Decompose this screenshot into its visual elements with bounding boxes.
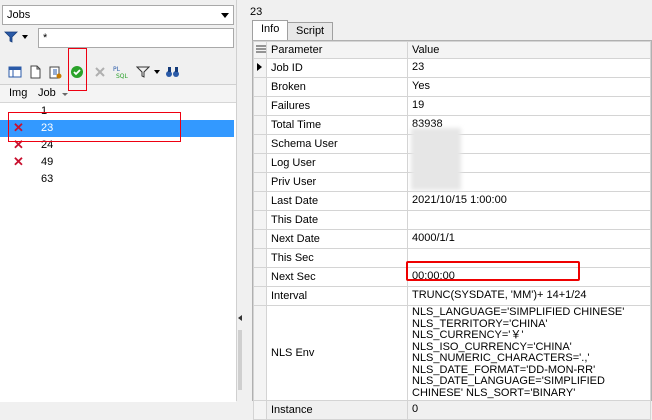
- property-value[interactable]: 4000/1/1: [407, 229, 651, 249]
- filter-row: *: [2, 28, 234, 50]
- property-name: Instance: [266, 400, 408, 420]
- property-name: Total Time: [266, 115, 408, 135]
- row-indicator[interactable]: [253, 96, 267, 116]
- row-indicator[interactable]: [253, 267, 267, 287]
- property-row[interactable]: This Date: [253, 210, 651, 230]
- property-name: Job ID: [266, 58, 408, 78]
- row-indicator[interactable]: [253, 115, 267, 135]
- property-name: Priv User: [266, 172, 408, 192]
- row-indicator[interactable]: [253, 191, 267, 211]
- filter-menu-arrow-icon[interactable]: [154, 70, 160, 74]
- row-indicator[interactable]: [253, 229, 267, 249]
- column-header-parameter[interactable]: Parameter: [266, 41, 408, 59]
- property-name: Interval: [266, 286, 408, 306]
- current-row-arrow-icon: [257, 62, 262, 71]
- property-value[interactable]: 19: [407, 96, 651, 116]
- edit-properties-icon[interactable]: [46, 63, 64, 81]
- property-row[interactable]: Job ID 23: [253, 58, 651, 78]
- property-row[interactable]: Interval TRUNC(SYSDATE, 'MM')+ 14+1/24: [253, 286, 651, 306]
- property-name: Next Date: [266, 229, 408, 249]
- job-title: 23: [250, 6, 263, 18]
- property-value[interactable]: [407, 210, 651, 230]
- chevron-down-icon[interactable]: [221, 13, 229, 18]
- property-name: Schema User: [266, 134, 408, 154]
- property-name: Log User: [266, 153, 408, 173]
- broken-job-icon: ✕: [13, 154, 24, 169]
- row-indicator[interactable]: [253, 248, 267, 268]
- plsql-icon[interactable]: PL SQL: [112, 63, 130, 81]
- property-name: NLS Env: [266, 305, 408, 401]
- row-indicator[interactable]: [253, 134, 267, 154]
- property-row[interactable]: Broken Yes: [253, 77, 651, 97]
- column-header-img[interactable]: Img: [9, 87, 27, 99]
- row-indicator[interactable]: [253, 400, 267, 420]
- binoculars-icon[interactable]: [164, 63, 182, 81]
- new-document-icon[interactable]: [26, 63, 44, 81]
- jobs-panel: Jobs * PL SQL Img Job 1 ✕ 23 ✕ 24 ✕ 49 6…: [0, 0, 236, 402]
- property-row[interactable]: Last Date 2021/10/15 1:00:00: [253, 191, 651, 211]
- annotation-box-interval: [406, 261, 580, 281]
- row-indicator[interactable]: [253, 210, 267, 230]
- property-value[interactable]: Yes: [407, 77, 651, 97]
- job-properties-grid: Parameter Value Job ID 23 Broken Yes Failure…: [252, 40, 652, 420]
- filter-input[interactable]: *: [38, 28, 234, 48]
- tab-info[interactable]: Info: [252, 20, 289, 41]
- redacted-area: [411, 128, 461, 190]
- column-header-value[interactable]: Value: [407, 41, 651, 59]
- property-name: Last Date: [266, 191, 408, 211]
- property-row[interactable]: NLS Env NLS_LANGUAGE='SIMPLIFIED CHINESE'…: [253, 305, 651, 401]
- filter-funnel-icon[interactable]: [4, 30, 18, 47]
- job-row[interactable]: ✕ 49: [0, 154, 234, 171]
- jobs-list-header: Img Job: [0, 85, 236, 103]
- object-type-dropdown[interactable]: Jobs: [2, 5, 234, 25]
- sort-indicator-icon: [62, 93, 68, 96]
- annotation-box-run-button: [68, 48, 87, 91]
- row-indicator[interactable]: [253, 77, 267, 97]
- filter-dropdown-arrow-icon[interactable]: [22, 35, 28, 39]
- tab-script[interactable]: Script: [287, 22, 334, 40]
- property-row[interactable]: Instance 0: [253, 400, 651, 420]
- svg-text:PL: PL: [113, 66, 121, 73]
- refresh-grid-icon[interactable]: [6, 63, 24, 81]
- property-name: This Sec: [266, 248, 408, 268]
- property-value[interactable]: 0: [407, 400, 651, 420]
- property-value[interactable]: 2021/10/15 1:00:00: [407, 191, 651, 211]
- pane-splitter[interactable]: [236, 0, 245, 401]
- property-value[interactable]: 23: [407, 58, 651, 78]
- object-type-value: Jobs: [7, 9, 31, 21]
- job-id: 49: [41, 156, 54, 168]
- property-name: Next Sec: [266, 267, 408, 287]
- job-id: 63: [41, 173, 54, 185]
- row-indicator[interactable]: [253, 58, 267, 78]
- row-indicator[interactable]: [253, 286, 267, 306]
- grid-menu-icon[interactable]: [253, 41, 267, 59]
- collapse-left-arrow-icon[interactable]: [238, 315, 242, 321]
- property-name: Broken: [266, 77, 408, 97]
- row-indicator[interactable]: [253, 153, 267, 173]
- column-header-job[interactable]: Job: [38, 87, 56, 99]
- jobs-toolbar: PL SQL: [2, 62, 234, 84]
- splitter-grip[interactable]: [238, 330, 242, 390]
- delete-icon[interactable]: [91, 63, 109, 81]
- job-row[interactable]: 63: [0, 171, 234, 188]
- property-row[interactable]: Failures 19: [253, 96, 651, 116]
- property-name: Failures: [266, 96, 408, 116]
- annotation-box-job-23: [8, 112, 181, 142]
- property-row[interactable]: Next Date 4000/1/1: [253, 229, 651, 249]
- filter-icon[interactable]: [134, 63, 152, 81]
- property-value[interactable]: TRUNC(SYSDATE, 'MM')+ 14+1/24: [407, 286, 651, 306]
- svg-text:SQL: SQL: [116, 73, 129, 79]
- row-indicator[interactable]: [253, 305, 267, 401]
- row-indicator[interactable]: [253, 172, 267, 192]
- property-value[interactable]: NLS_LANGUAGE='SIMPLIFIED CHINESE' NLS_TE…: [407, 305, 651, 401]
- property-name: This Date: [266, 210, 408, 230]
